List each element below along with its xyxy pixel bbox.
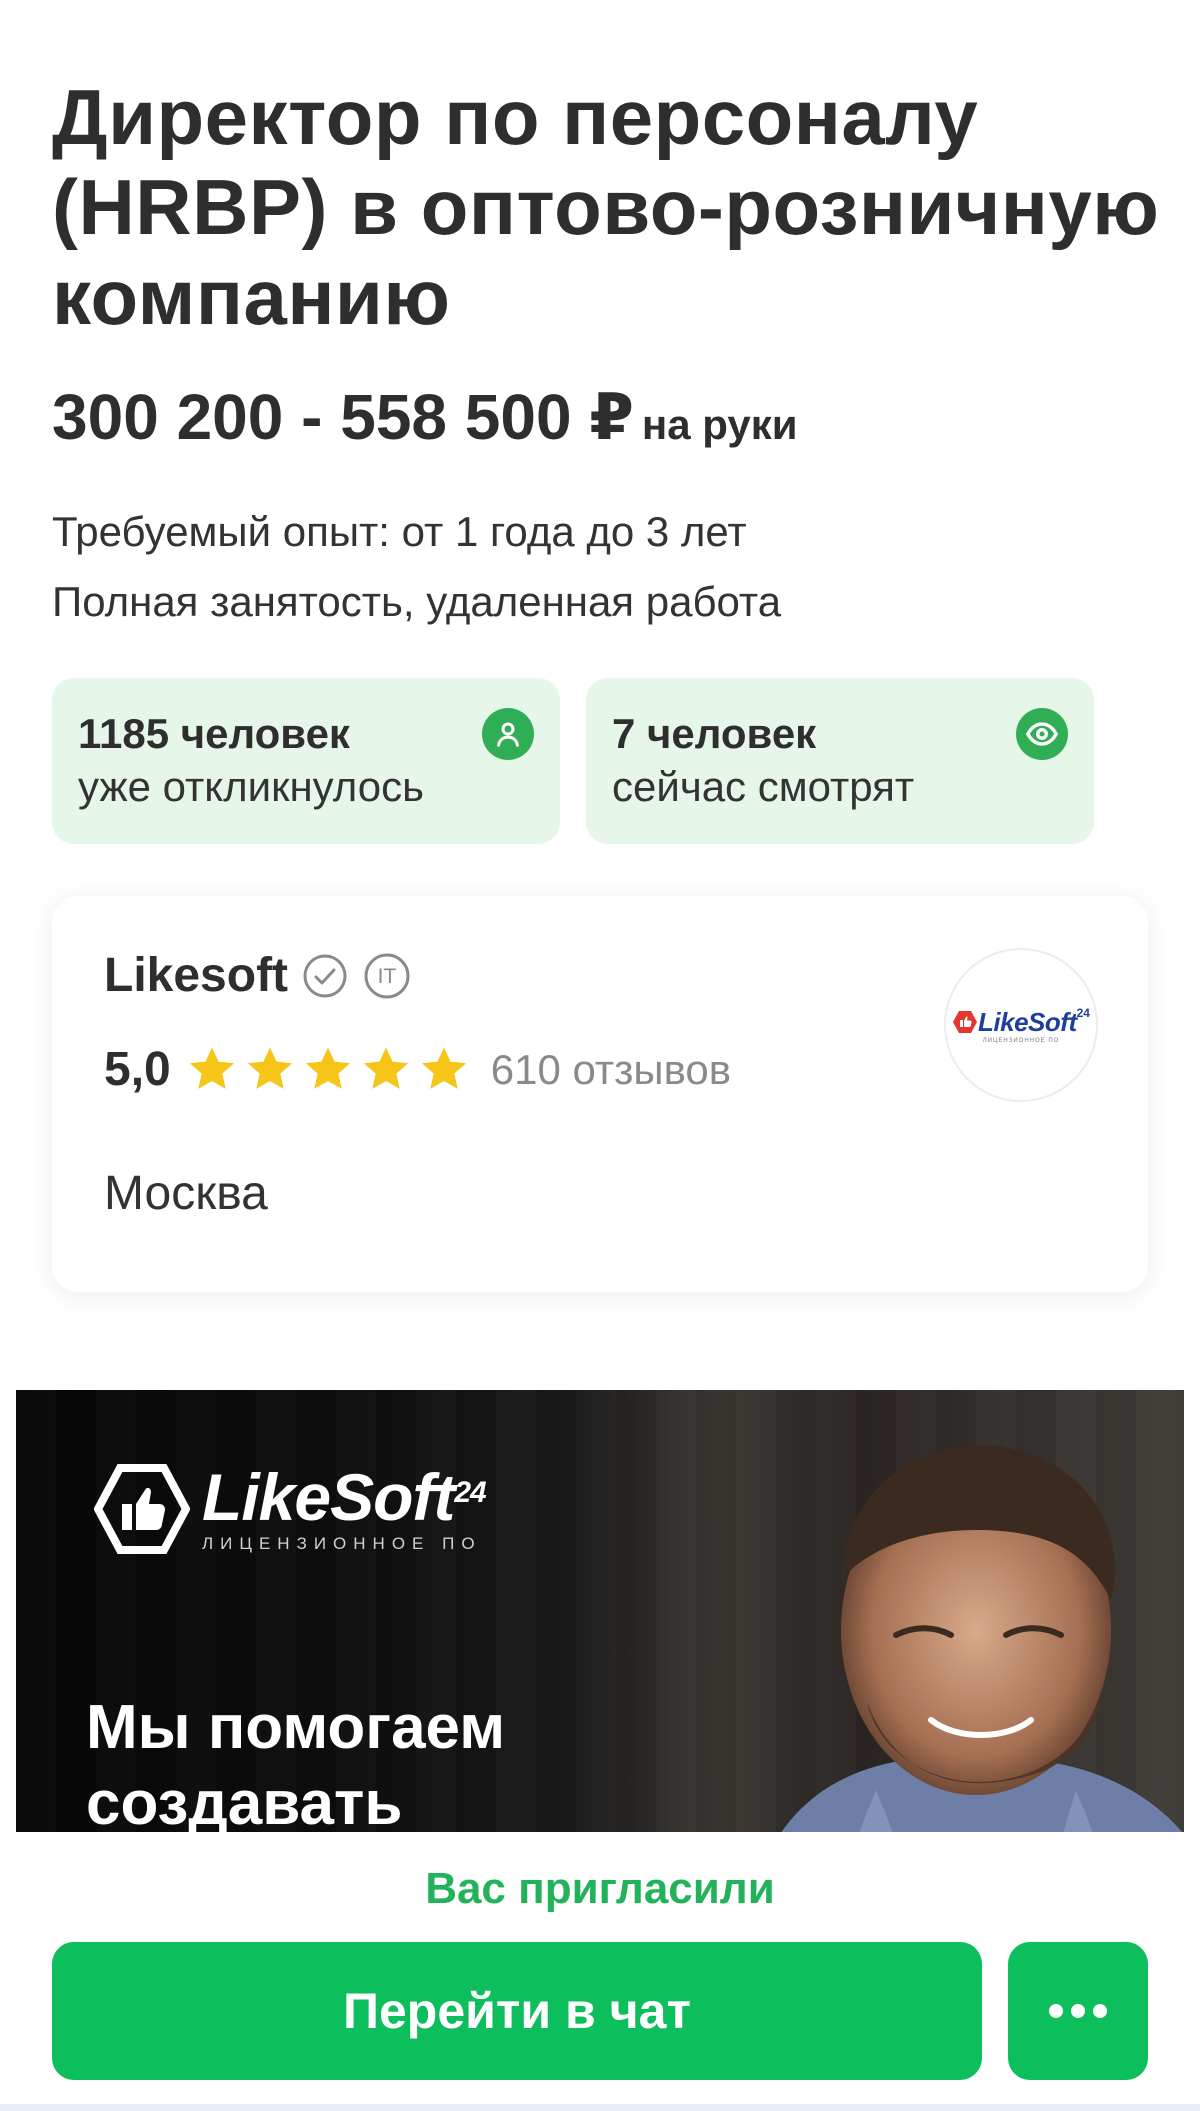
job-title: Директор по персоналу (HRBP) в оптово-ро… [52, 73, 1160, 341]
viewing-caption: сейчас смотрят [612, 763, 915, 810]
eye-icon [1016, 708, 1068, 760]
company-logo[interactable]: LikeSoft 24 ЛИЦЕНЗИОННОЕ ПО [944, 948, 1098, 1102]
rating-value: 5,0 [104, 1043, 171, 1096]
employment-text: Полная занятость, удаленная работа [52, 578, 782, 625]
star-icon [189, 1047, 234, 1089]
company-city: Москва [104, 1167, 268, 1220]
banner-logo-text-block: LikeSoft24 ЛИЦЕНЗИОННОЕ ПО [202, 1464, 487, 1554]
company-logo-mark: LikeSoft 24 [952, 1006, 1090, 1038]
banner-logo-sup: 24 [454, 1476, 486, 1509]
rating-row[interactable]: 5,0 610 отзывов [104, 1042, 731, 1097]
company-logo-sub: ЛИЦЕНЗИОННОЕ ПО [982, 1037, 1060, 1044]
star-icon [421, 1047, 466, 1089]
salary-note: на руки [641, 401, 798, 448]
star-icon [247, 1047, 292, 1089]
thumbs-up-icon [94, 1464, 190, 1554]
banner-logo: LikeSoft24 ЛИЦЕНЗИОННОЕ ПО [94, 1464, 487, 1554]
company-logo-content: LikeSoft 24 ЛИЦЕНЗИОННОЕ ПО [952, 1006, 1090, 1044]
company-logo-text: LikeSoft [978, 1006, 1077, 1037]
company-name-row: Likesoft IT [104, 948, 412, 1003]
viewing-stat-card: 7 человек сейчас смотрят [586, 678, 1094, 844]
responded-stat-card: 1185 человек уже откликнулось [52, 678, 560, 844]
banner-logo-name: LikeSoft [202, 1460, 455, 1534]
responded-count: 1185 человек [78, 710, 350, 757]
go-to-chat-button[interactable]: Перейти в чат [52, 1942, 982, 2080]
viewing-count: 7 человек [612, 710, 817, 757]
salary: 300 200 - 558 500 ₽ на руки [52, 380, 798, 455]
it-badge-text: IT [378, 965, 397, 988]
star-icon [363, 1047, 408, 1089]
bottom-divider [0, 2104, 1200, 2111]
person-icon [482, 708, 534, 760]
reviews-count[interactable]: 610 отзывов [491, 1046, 731, 1094]
verified-check-icon [300, 951, 350, 1001]
it-badge-icon: IT [362, 951, 412, 1001]
more-button[interactable] [1008, 1942, 1148, 2080]
company-name[interactable]: Likesoft [104, 948, 288, 1003]
invite-text: Вас пригласили [425, 1864, 775, 1913]
salary-amount: 300 200 - 558 500 ₽ [52, 381, 634, 453]
experience-text: Требуемый опыт: от 1 года до 3 лет [52, 508, 747, 555]
star-icon [305, 1047, 350, 1089]
promo-banner[interactable]: LikeSoft24 ЛИЦЕНЗИОННОЕ ПО Мы помогаем с… [16, 1390, 1184, 1832]
banner-person-photo [781, 1445, 1182, 1832]
responded-caption: уже откликнулось [78, 763, 424, 810]
company-card[interactable]: Likesoft IT 5,0 610 отзывов Москва LikeS… [52, 896, 1148, 1292]
banner-logo-sub: ЛИЦЕНЗИОННОЕ ПО [202, 1534, 482, 1553]
thumbs-up-icon [953, 1011, 978, 1033]
company-logo-sup: 24 [1076, 1006, 1090, 1020]
banner-logo-main: LikeSoft24 [202, 1464, 487, 1530]
more-dots-icon [1049, 2004, 1107, 2018]
banner-headline: Мы помогаем создавать [86, 1693, 506, 1832]
